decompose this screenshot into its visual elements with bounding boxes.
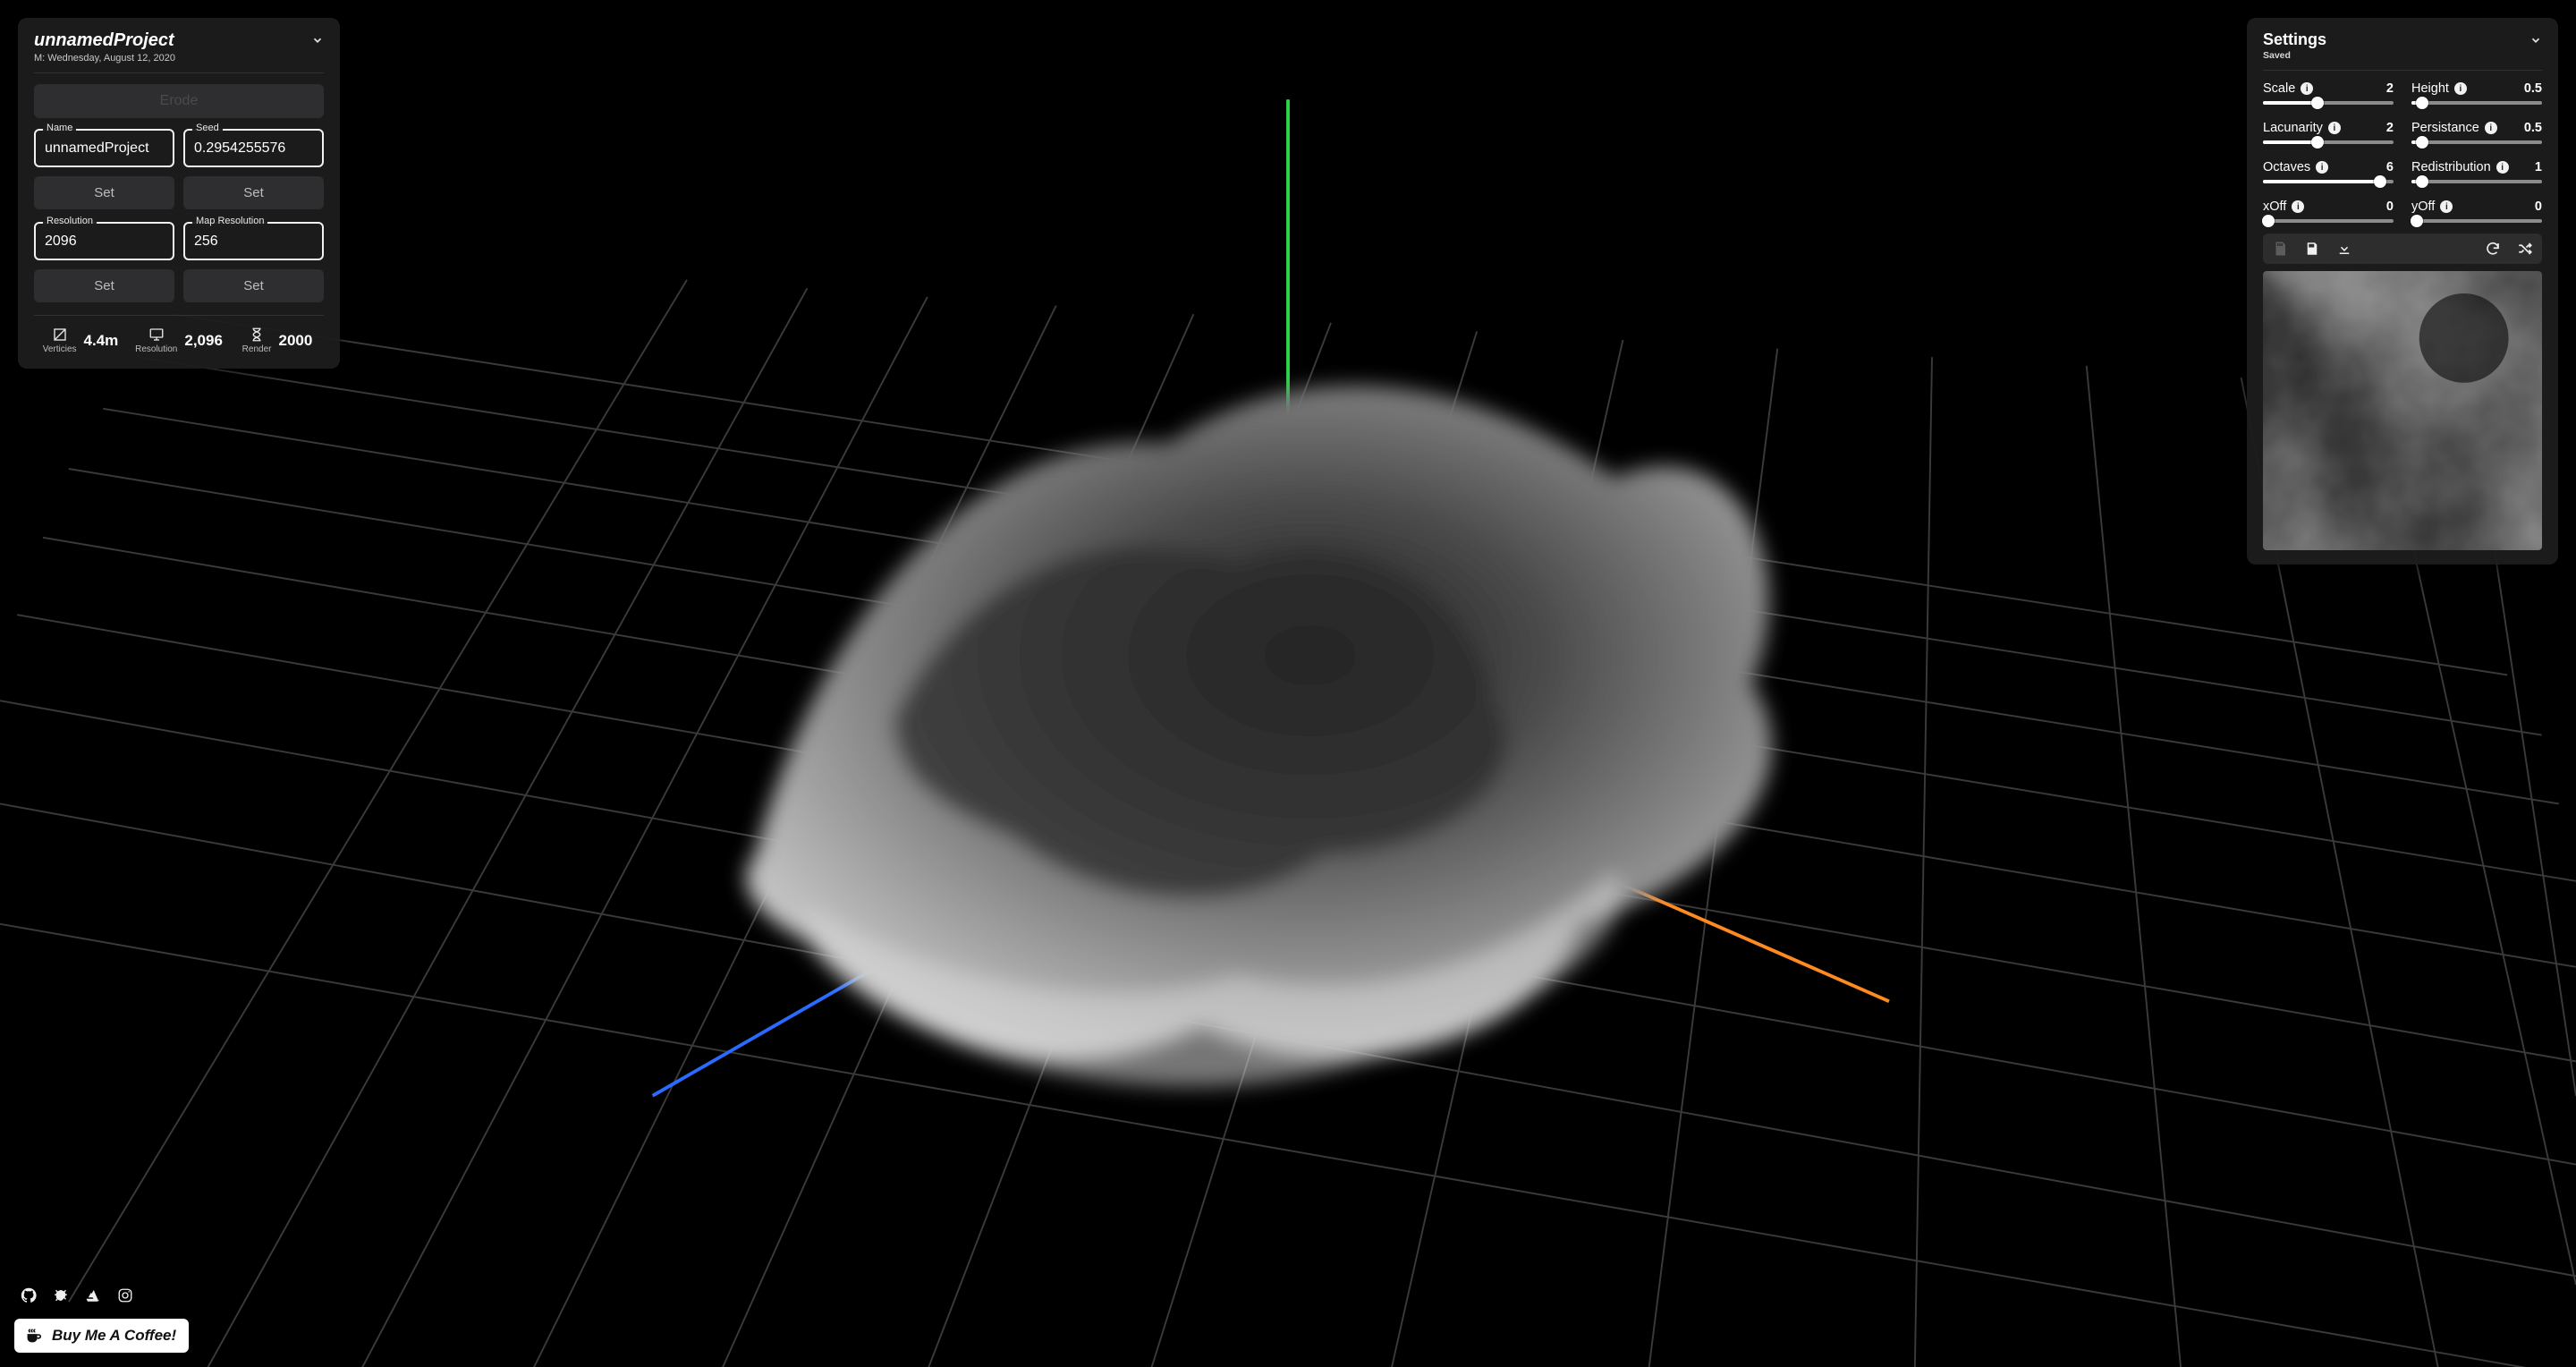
slider-label: xOff	[2263, 200, 2286, 214]
info-icon[interactable]: i	[2485, 122, 2497, 134]
viewport-3d[interactable]	[0, 0, 2576, 1367]
slider-value: 0.5	[2524, 81, 2542, 96]
chevron-down-icon[interactable]	[311, 30, 324, 49]
render-value: 2000	[278, 332, 312, 350]
settings-panel: Settings Saved Scale i 2 Height i 0.5	[2247, 18, 2558, 565]
project-title: unnamedProject	[34, 30, 175, 51]
set-seed-button[interactable]: Set	[183, 176, 324, 209]
slider-track-redistribution[interactable]	[2411, 180, 2542, 183]
info-icon[interactable]: i	[2301, 82, 2313, 95]
slider-label: Height	[2411, 81, 2449, 96]
info-icon[interactable]: i	[2328, 122, 2341, 134]
erode-button[interactable]: Erode	[34, 84, 324, 118]
download-icon[interactable]	[2334, 239, 2354, 259]
slider-persistance: Persistance i 0.5	[2411, 121, 2542, 144]
seed-input[interactable]	[183, 129, 324, 167]
resolution-label: Resolution	[43, 216, 97, 226]
verticies-value: 4.4m	[84, 332, 119, 350]
slider-label: Lacunarity	[2263, 121, 2323, 135]
stats-row: Verticies 4.4m Resolution 2,096 Render 2…	[34, 315, 324, 354]
resolution-input[interactable]	[34, 222, 174, 260]
slider-height: Height i 0.5	[2411, 81, 2542, 105]
hourglass-icon	[249, 327, 265, 343]
slider-value: 0	[2386, 200, 2394, 214]
coffee-label: Buy Me A Coffee!	[52, 1327, 176, 1345]
github-icon[interactable]	[20, 1286, 38, 1304]
shuffle-icon[interactable]	[2515, 239, 2535, 259]
slider-redistribution: Redistribution i 1	[2411, 160, 2542, 183]
set-resolution-button[interactable]: Set	[34, 269, 174, 302]
map-resolution-input[interactable]	[183, 222, 324, 260]
slider-xoff: xOff i 0	[2263, 200, 2394, 223]
name-field: Name	[34, 129, 174, 167]
buy-me-a-coffee-button[interactable]: Buy Me A Coffee!	[14, 1319, 189, 1353]
resolution-stat-label: Resolution	[135, 344, 177, 354]
slider-track-yoff[interactable]	[2411, 219, 2542, 223]
verticies-icon	[52, 327, 68, 343]
slider-scale: Scale i 2	[2263, 81, 2394, 105]
map-resolution-field: Map Resolution	[183, 222, 324, 260]
slider-label: Octaves	[2263, 160, 2310, 174]
sd-card-icon	[2270, 239, 2290, 259]
project-panel: unnamedProject M: Wednesday, August 12, …	[18, 18, 340, 369]
heightmap-preview	[2263, 271, 2542, 550]
save-icon[interactable]	[2302, 239, 2322, 259]
monitor-icon	[148, 327, 165, 343]
slider-track-height[interactable]	[2411, 101, 2542, 105]
info-icon[interactable]: i	[2454, 82, 2467, 95]
slider-label: Redistribution	[2411, 160, 2491, 174]
seed-field: Seed	[183, 129, 324, 167]
slider-track-persistance[interactable]	[2411, 140, 2542, 144]
info-icon[interactable]: i	[2316, 161, 2328, 174]
slider-value: 0.5	[2524, 121, 2542, 135]
slider-track-lacunarity[interactable]	[2263, 140, 2394, 144]
artstation-icon[interactable]	[84, 1286, 102, 1304]
map-resolution-label: Map Resolution	[192, 216, 267, 226]
info-icon[interactable]: i	[2440, 200, 2453, 213]
settings-status: Saved	[2263, 50, 2326, 61]
name-label: Name	[43, 123, 76, 133]
set-name-button[interactable]: Set	[34, 176, 174, 209]
seed-label: Seed	[192, 123, 223, 133]
resolution-stat-value: 2,096	[184, 332, 223, 350]
slider-lacunarity: Lacunarity i 2	[2263, 121, 2394, 144]
chevron-down-icon[interactable]	[2529, 30, 2542, 49]
resolution-field: Resolution	[34, 222, 174, 260]
slider-value: 2	[2386, 121, 2394, 135]
info-icon[interactable]: i	[2496, 161, 2509, 174]
slider-label: Persistance	[2411, 121, 2479, 135]
set-map-resolution-button[interactable]: Set	[183, 269, 324, 302]
coffee-cup-icon	[23, 1326, 43, 1346]
slider-label: yOff	[2411, 200, 2435, 214]
render-label: Render	[242, 344, 272, 354]
slider-label: Scale	[2263, 81, 2295, 96]
refresh-icon[interactable]	[2483, 239, 2503, 259]
info-icon[interactable]: i	[2292, 200, 2304, 213]
slider-value: 1	[2535, 160, 2542, 174]
instagram-icon[interactable]	[116, 1286, 134, 1304]
bug-icon[interactable]	[52, 1286, 70, 1304]
settings-title: Settings	[2263, 30, 2326, 49]
slider-value: 6	[2386, 160, 2394, 174]
project-modified: M: Wednesday, August 12, 2020	[34, 53, 175, 64]
preview-toolbar	[2263, 233, 2542, 264]
social-links	[20, 1286, 134, 1304]
slider-value: 0	[2535, 200, 2542, 214]
slider-track-scale[interactable]	[2263, 101, 2394, 105]
slider-octaves: Octaves i 6	[2263, 160, 2394, 183]
slider-track-octaves[interactable]	[2263, 180, 2394, 183]
name-input[interactable]	[34, 129, 174, 167]
slider-yoff: yOff i 0	[2411, 200, 2542, 223]
slider-track-xoff[interactable]	[2263, 219, 2394, 223]
verticies-label: Verticies	[43, 344, 77, 354]
slider-value: 2	[2386, 81, 2394, 96]
